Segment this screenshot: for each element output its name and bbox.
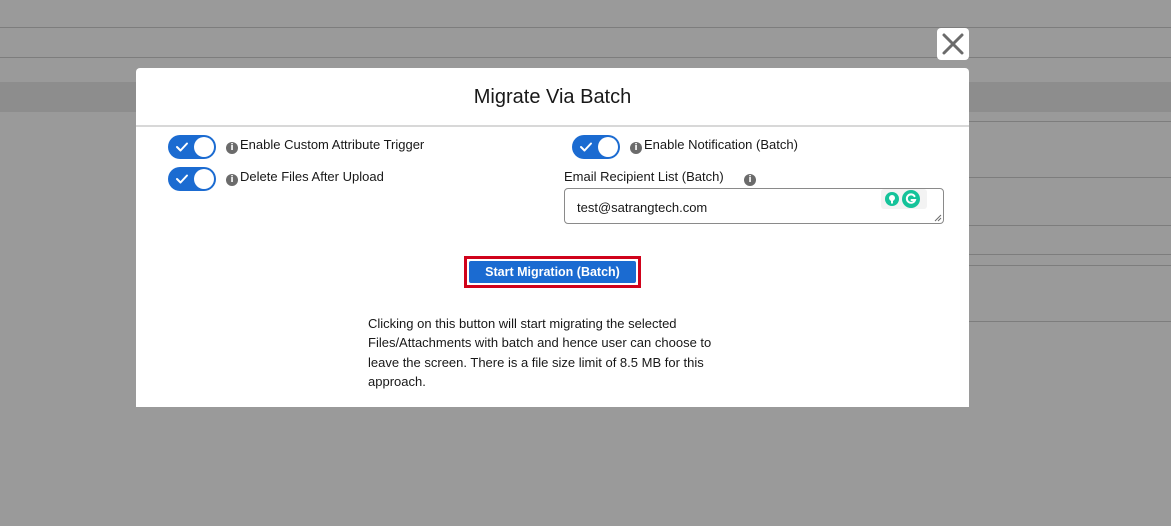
background-divider: [0, 57, 1171, 58]
background-divider: [0, 27, 1171, 28]
email-recipient-input[interactable]: test@satrangtech.com: [564, 188, 944, 224]
toggle-enable-custom-attribute-trigger[interactable]: [168, 135, 216, 159]
background-divider: [969, 321, 1171, 322]
background-divider: [969, 121, 1171, 122]
lightbulb-icon: [885, 192, 899, 206]
description-line: Clicking on this button will start migra…: [368, 316, 677, 331]
check-icon: [580, 142, 592, 152]
background-divider: [969, 265, 1171, 266]
resize-handle-icon[interactable]: [934, 214, 942, 222]
description-line: approach.: [368, 373, 426, 389]
background-divider: [969, 225, 1171, 226]
modal-title: Migrate Via Batch: [473, 86, 632, 108]
label-delete-files-after-upload: Delete Files After Upload: [240, 169, 384, 184]
toggle-knob: [194, 169, 214, 189]
toggle-knob: [598, 137, 618, 157]
check-icon: [176, 142, 188, 152]
email-recipient-value: test@satrangtech.com: [577, 200, 708, 215]
migrate-modal: Migrate Via Batch i Enable Custom Attrib…: [136, 68, 969, 407]
email-recipient-label: Email Recipient List (Batch): [564, 169, 724, 184]
check-icon: [176, 174, 188, 184]
info-icon[interactable]: i: [744, 174, 756, 186]
start-migration-button[interactable]: Start Migration (Batch): [469, 261, 636, 283]
grammarly-icon: [902, 190, 920, 208]
info-icon[interactable]: i: [226, 174, 238, 186]
description-line: Files/Attachments with batch and hence u…: [368, 335, 712, 351]
modal-header: Migrate Via Batch: [136, 68, 969, 127]
toggle-enable-notification[interactable]: [572, 135, 620, 159]
description-text: Clicking on this button will start migra…: [368, 314, 748, 391]
background-divider: [969, 254, 1171, 255]
close-button[interactable]: [937, 28, 969, 60]
background-divider: [969, 177, 1171, 178]
grammarly-widget[interactable]: [881, 189, 927, 209]
close-icon: [942, 33, 964, 55]
label-enable-custom-attribute-trigger: Enable Custom Attribute Trigger: [240, 137, 425, 152]
description-line: leave the screen. There is a file size l…: [368, 354, 704, 370]
info-icon[interactable]: i: [630, 142, 642, 154]
start-migration-highlight: Start Migration (Batch): [464, 256, 641, 288]
info-icon[interactable]: i: [226, 142, 238, 154]
toggle-delete-files-after-upload[interactable]: [168, 167, 216, 191]
label-enable-notification: Enable Notification (Batch): [644, 137, 798, 152]
toggle-knob: [194, 137, 214, 157]
